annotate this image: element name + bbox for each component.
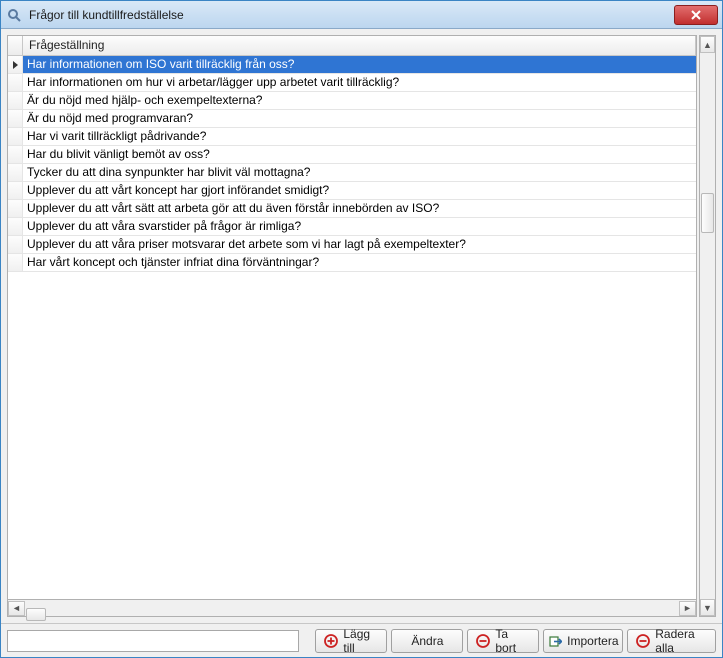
close-icon	[691, 10, 701, 20]
row-handle[interactable]	[8, 74, 23, 91]
new-question-input[interactable]	[7, 630, 299, 652]
import-icon	[548, 634, 562, 648]
delete-all-button[interactable]: Radera alla	[627, 629, 716, 653]
scroll-right-arrow-icon[interactable]: ►	[679, 601, 696, 616]
edit-button-label: Ändra	[411, 634, 443, 648]
footer-toolbar: Lägg till Ändra Ta bort Import	[1, 623, 722, 657]
vscroll-track[interactable]	[700, 53, 715, 599]
table-row[interactable]: Upplever du att vårt sätt att arbeta gör…	[8, 200, 696, 218]
question-cell: Upplever du att våra svarstider på frågo…	[23, 218, 696, 235]
question-table: Frågeställning Har informationen om ISO …	[7, 35, 697, 600]
question-cell: Har informationen om ISO varit tillräckl…	[23, 56, 696, 73]
table-row[interactable]: Upplever du att våra svarstider på frågo…	[8, 218, 696, 236]
row-selector-header[interactable]	[8, 36, 23, 55]
table-header: Frågeställning	[8, 36, 696, 56]
table-row[interactable]: Har informationen om hur vi arbetar/lägg…	[8, 74, 696, 92]
scroll-up-arrow-icon[interactable]: ▲	[700, 36, 715, 53]
edit-button[interactable]: Ändra	[391, 629, 463, 653]
add-button-label: Lägg till	[343, 627, 378, 655]
scroll-left-arrow-icon[interactable]: ◄	[8, 601, 25, 616]
delete-all-button-label: Radera alla	[655, 627, 707, 655]
table-row[interactable]: Har du blivit vänligt bemöt av oss?	[8, 146, 696, 164]
table-wrap: Frågeställning Har informationen om ISO …	[7, 35, 697, 617]
import-button[interactable]: Importera	[543, 629, 623, 653]
question-cell: Är du nöjd med hjälp- och exempeltextern…	[23, 92, 696, 109]
delete-button[interactable]: Ta bort	[467, 629, 539, 653]
table-body: Har informationen om ISO varit tillräckl…	[8, 56, 696, 599]
row-handle[interactable]	[8, 56, 23, 73]
question-cell: Tycker du att dina synpunkter har blivit…	[23, 164, 696, 181]
column-header[interactable]: Frågeställning	[23, 36, 696, 55]
row-handle[interactable]	[8, 218, 23, 235]
row-handle[interactable]	[8, 128, 23, 145]
minus-icon	[476, 634, 490, 648]
question-cell: Upplever du att vårt koncept har gjort i…	[23, 182, 696, 199]
hscroll-thumb[interactable]	[26, 608, 46, 621]
table-row[interactable]: Är du nöjd med hjälp- och exempeltextern…	[8, 92, 696, 110]
row-handle[interactable]	[8, 182, 23, 199]
delete-button-label: Ta bort	[495, 627, 530, 655]
question-cell: Har vårt koncept och tjänster infriat di…	[23, 254, 696, 271]
content-area: Frågeställning Har informationen om ISO …	[1, 29, 722, 623]
minus-icon	[636, 634, 650, 648]
question-cell: Har du blivit vänligt bemöt av oss?	[23, 146, 696, 163]
row-handle[interactable]	[8, 164, 23, 181]
question-cell: Har vi varit tillräckligt pådrivande?	[23, 128, 696, 145]
question-cell: Upplever du att våra priser motsvarar de…	[23, 236, 696, 253]
row-handle[interactable]	[8, 110, 23, 127]
table-row[interactable]: Har informationen om ISO varit tillräckl…	[8, 56, 696, 74]
import-button-label: Importera	[567, 634, 618, 648]
vscroll-thumb[interactable]	[701, 193, 714, 233]
scroll-down-arrow-icon[interactable]: ▼	[700, 599, 715, 616]
question-cell: Upplever du att vårt sätt att arbeta gör…	[23, 200, 696, 217]
window: Frågor till kundtillfredställelse Fråges…	[0, 0, 723, 658]
row-handle[interactable]	[8, 200, 23, 217]
row-handle[interactable]	[8, 92, 23, 109]
table-row[interactable]: Har vårt koncept och tjänster infriat di…	[8, 254, 696, 272]
table-row[interactable]: Har vi varit tillräckligt pådrivande?	[8, 128, 696, 146]
plus-icon	[324, 634, 338, 648]
table-row[interactable]: Är du nöjd med programvaran?	[8, 110, 696, 128]
question-cell: Har informationen om hur vi arbetar/lägg…	[23, 74, 696, 91]
row-handle[interactable]	[8, 146, 23, 163]
titlebar: Frågor till kundtillfredställelse	[1, 1, 722, 29]
table-row[interactable]: Upplever du att vårt koncept har gjort i…	[8, 182, 696, 200]
question-cell: Är du nöjd med programvaran?	[23, 110, 696, 127]
close-button[interactable]	[674, 5, 718, 25]
app-icon	[7, 7, 23, 23]
table-row[interactable]: Tycker du att dina synpunkter har blivit…	[8, 164, 696, 182]
row-handle[interactable]	[8, 236, 23, 253]
window-title: Frågor till kundtillfredställelse	[29, 8, 674, 22]
add-button[interactable]: Lägg till	[315, 629, 387, 653]
vertical-scrollbar[interactable]: ▲ ▼	[699, 35, 716, 617]
horizontal-scrollbar[interactable]: ◄ ►	[7, 600, 697, 617]
table-row[interactable]: Upplever du att våra priser motsvarar de…	[8, 236, 696, 254]
row-handle[interactable]	[8, 254, 23, 271]
